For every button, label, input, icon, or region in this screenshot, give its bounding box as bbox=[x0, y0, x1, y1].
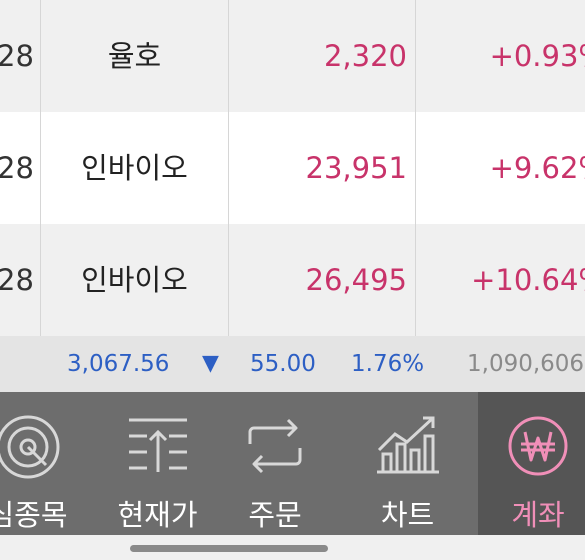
home-indicator[interactable] bbox=[130, 545, 328, 552]
down-arrow-icon: ▼ bbox=[202, 351, 219, 376]
rate-cell: +10.64% bbox=[471, 263, 585, 297]
index-value: 3,067.56 bbox=[67, 351, 170, 377]
price-cell: 26,495 bbox=[305, 263, 407, 297]
price-cell: 2,320 bbox=[323, 39, 407, 73]
price-list-icon bbox=[123, 414, 193, 482]
index-change: 55.00 bbox=[250, 351, 316, 377]
nav-label: 계좌 bbox=[511, 498, 565, 532]
stock-name-cell: 인바이오 bbox=[81, 151, 188, 185]
nav-label: 차트 bbox=[380, 498, 435, 532]
nav-label: 현재가 bbox=[117, 498, 198, 532]
rate-cell: +0.93% bbox=[489, 39, 585, 73]
chart-icon bbox=[373, 414, 443, 482]
won-icon bbox=[503, 414, 573, 482]
bottom-nav: 심종목 현재가 주문 차트 계좌 bbox=[0, 392, 585, 535]
stock-name-cell: 인바이오 bbox=[81, 263, 188, 297]
trade-table: 28 율호 2,320 +0.93% 28 인바이오 23,951 +9.62%… bbox=[0, 0, 585, 336]
table-row[interactable]: 28 인바이오 23,951 +9.62% bbox=[0, 112, 585, 224]
column-divider bbox=[415, 0, 416, 336]
column-divider bbox=[228, 0, 229, 336]
date-cell: 28 bbox=[0, 151, 34, 185]
nav-item-current-price[interactable]: 현재가 bbox=[95, 392, 220, 535]
nav-item-account[interactable]: 계좌 bbox=[478, 392, 585, 535]
index-change-percent: 1.76% bbox=[351, 351, 425, 377]
target-icon bbox=[0, 414, 68, 488]
nav-label: 주문 bbox=[248, 498, 302, 532]
date-cell: 28 bbox=[0, 39, 34, 73]
nav-item-chart[interactable]: 차트 bbox=[345, 392, 470, 535]
stock-name-cell: 율호 bbox=[107, 39, 162, 73]
exchange-arrows-icon bbox=[240, 414, 310, 482]
column-divider bbox=[40, 0, 41, 336]
nav-label: 심종목 bbox=[0, 498, 68, 532]
table-row[interactable]: 28 율호 2,320 +0.93% bbox=[0, 0, 585, 112]
date-cell: 28 bbox=[0, 263, 34, 297]
nav-item-interest-stocks[interactable]: 심종목 bbox=[0, 392, 95, 535]
table-row[interactable]: 28 인바이오 26,495 +10.64% bbox=[0, 224, 585, 336]
market-index-bar[interactable]: 3,067.56 ▼ 55.00 1.76% 1,090,606 bbox=[0, 336, 585, 392]
nav-item-order[interactable]: 주문 bbox=[215, 392, 335, 535]
trade-volume: 1,090,606 bbox=[467, 351, 585, 377]
rate-cell: +9.62% bbox=[489, 151, 585, 185]
price-cell: 23,951 bbox=[305, 151, 407, 185]
